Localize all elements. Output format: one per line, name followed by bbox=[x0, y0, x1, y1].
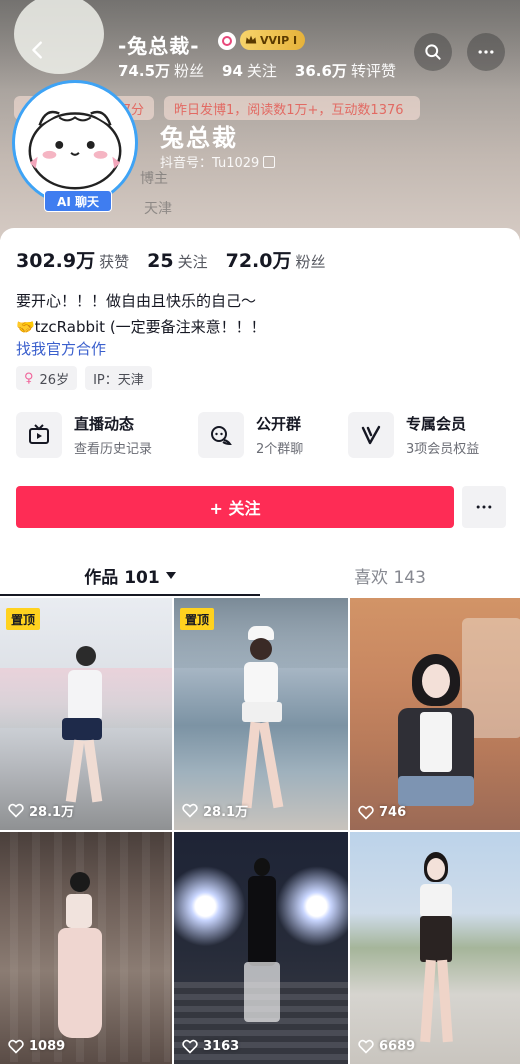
feature-membership[interactable]: 专属会员 3项会员权益 bbox=[348, 412, 520, 458]
heart-icon bbox=[182, 803, 198, 818]
profile-header: -兔总裁- VVIP I 74.5万粉丝 94关注 36.6万转评赞 27分 昨… bbox=[0, 0, 520, 240]
douyin-id-text: 抖音号：Tu1029 bbox=[160, 156, 260, 171]
header-followers-label: 粉丝 bbox=[174, 62, 205, 80]
likes-count: 3163 bbox=[182, 1039, 239, 1054]
feature-group-title: 公开群 bbox=[256, 415, 302, 433]
v-member-icon bbox=[348, 412, 394, 458]
back-button[interactable] bbox=[20, 32, 56, 68]
bio: 要开心！！！做自由且快乐的自己～ 🤝tzcRabbit (一定要备注来意！！！ bbox=[16, 288, 266, 340]
likes-value: 302.9万 bbox=[16, 250, 96, 272]
female-icon: ♀ bbox=[24, 370, 34, 386]
content-tabs: 作品 101 喜欢 143 bbox=[0, 554, 520, 596]
video-thumbnail[interactable]: 746 bbox=[350, 598, 520, 830]
caret-down-icon bbox=[165, 571, 176, 579]
bio-line-2: 🤝tzcRabbit (一定要备注来意！！！ bbox=[16, 318, 266, 336]
header-following-label: 关注 bbox=[246, 62, 277, 80]
feature-row: 直播动态 查看历史记录 公开群 2个群聊 专属会员 3项会员权益 bbox=[16, 412, 520, 458]
feature-live-title: 直播动态 bbox=[74, 415, 135, 433]
likes-count-text: 3163 bbox=[203, 1039, 240, 1054]
video-thumbnail[interactable]: 置顶 28.1万 bbox=[174, 598, 348, 830]
more-dots-icon bbox=[478, 50, 494, 54]
business-link[interactable]: 找我官方合作 bbox=[16, 338, 106, 359]
likes-label: 获赞 bbox=[99, 253, 130, 271]
heart-icon bbox=[182, 1039, 198, 1054]
feature-group-sub: 2个群聊 bbox=[256, 442, 304, 457]
age-tag: ♀ 26岁 bbox=[16, 366, 78, 390]
ip-text: IP：天津 bbox=[93, 372, 144, 388]
likes-count-text: 1089 bbox=[29, 1039, 66, 1054]
tv-icon bbox=[16, 412, 62, 458]
heart-icon bbox=[8, 803, 24, 818]
pinned-badge: 置顶 bbox=[6, 608, 41, 630]
likes-count: 28.1万 bbox=[8, 801, 74, 820]
chevron-left-icon bbox=[32, 41, 42, 59]
weibo-verify-icon bbox=[218, 32, 236, 50]
likes-count: 28.1万 bbox=[182, 801, 248, 820]
profile-stats: 302.9万 获赞 25 关注 72.0万 粉丝 bbox=[16, 246, 326, 273]
vip-label: VVIP I bbox=[260, 33, 298, 47]
followers-label: 粉丝 bbox=[295, 253, 326, 271]
bio-line-1: 要开心！！！做自由且快乐的自己～ bbox=[16, 292, 257, 310]
following-label: 关注 bbox=[177, 253, 208, 271]
ai-chat-badge[interactable]: AI 聊天 bbox=[44, 190, 112, 212]
search-icon bbox=[425, 44, 441, 60]
video-thumbnail[interactable]: 3163 bbox=[174, 832, 348, 1064]
header-followers-value: 74.5万 bbox=[118, 62, 171, 80]
age-text: 26岁 bbox=[39, 372, 70, 388]
header-nickname: -兔总裁- bbox=[118, 34, 200, 58]
more-options-button[interactable] bbox=[467, 33, 505, 71]
vip-badge[interactable]: VVIP I bbox=[240, 30, 306, 50]
tab-indicator bbox=[0, 594, 260, 596]
followers-value: 72.0万 bbox=[225, 250, 292, 272]
feature-live-sub: 查看历史记录 bbox=[74, 442, 153, 457]
likes-count-text: 28.1万 bbox=[29, 805, 75, 820]
douyin-id[interactable]: 抖音号：Tu1029 bbox=[160, 152, 276, 171]
video-thumbnail[interactable]: 置顶 28.1万 bbox=[0, 598, 172, 830]
following-value: 25 bbox=[147, 250, 174, 272]
likes-count-text: 746 bbox=[379, 805, 407, 820]
likes-count: 746 bbox=[358, 805, 406, 820]
video-thumbnail[interactable]: 1089 bbox=[0, 832, 172, 1064]
pinned-badge: 置顶 bbox=[180, 608, 215, 630]
video-grid: 置顶 28.1万 置顶 28.1万 746 1089 3163 6689 bbox=[0, 598, 520, 1064]
heart-icon bbox=[358, 1039, 374, 1054]
likes-count-text: 6689 bbox=[379, 1039, 416, 1054]
avatar[interactable] bbox=[12, 80, 138, 206]
profile-tags: ♀ 26岁 IP：天津 bbox=[16, 366, 152, 390]
video-thumbnail[interactable]: 6689 bbox=[350, 832, 520, 1064]
tab-likes-label: 喜欢 143 bbox=[354, 567, 426, 588]
chat-group-icon bbox=[198, 412, 244, 458]
crown-icon bbox=[245, 35, 257, 44]
copy-icon[interactable] bbox=[263, 155, 276, 168]
likes-count: 6689 bbox=[358, 1039, 415, 1054]
tab-works-label: 作品 101 bbox=[84, 567, 160, 588]
search-button[interactable] bbox=[414, 33, 452, 71]
followers-stat[interactable]: 72.0万 粉丝 bbox=[226, 246, 326, 273]
header-stats: 74.5万 粉丝 94 关注 36.6万 转评赞 bbox=[118, 60, 396, 81]
more-dots-icon bbox=[476, 505, 492, 509]
likes-stat[interactable]: 302.9万 获赞 bbox=[16, 246, 129, 273]
feature-live-history[interactable]: 直播动态 查看历史记录 bbox=[16, 412, 198, 458]
header-reposts-value: 36.6万 bbox=[294, 62, 347, 80]
follow-more-button[interactable] bbox=[462, 486, 506, 528]
likes-count: 1089 bbox=[8, 1039, 65, 1054]
ghost-line-location: 天津 bbox=[144, 201, 172, 217]
header-reposts-label: 转评赞 bbox=[350, 62, 396, 80]
follow-button[interactable]: + 关注 bbox=[16, 486, 454, 528]
feature-member-title: 专属会员 bbox=[406, 415, 467, 433]
profile-nickname: 兔总裁 bbox=[160, 124, 238, 152]
tab-works[interactable]: 作品 101 bbox=[0, 554, 260, 596]
following-stat[interactable]: 25 关注 bbox=[147, 250, 207, 272]
tab-likes[interactable]: 喜欢 143 bbox=[260, 554, 520, 596]
hamster-avatar-icon bbox=[16, 84, 134, 202]
heart-icon bbox=[358, 805, 374, 820]
feature-public-group[interactable]: 公开群 2个群聊 bbox=[198, 412, 348, 458]
header-following-value: 94 bbox=[222, 62, 243, 80]
ghost-pill-stats: 昨日发博1，阅读数1万+，互动数1376 bbox=[164, 96, 420, 120]
likes-count-text: 28.1万 bbox=[203, 805, 249, 820]
feature-member-sub: 3项会员权益 bbox=[406, 442, 480, 457]
heart-icon bbox=[8, 1039, 24, 1054]
ghost-line-blogger: 博主 bbox=[140, 171, 168, 187]
ip-tag: IP：天津 bbox=[85, 366, 152, 390]
